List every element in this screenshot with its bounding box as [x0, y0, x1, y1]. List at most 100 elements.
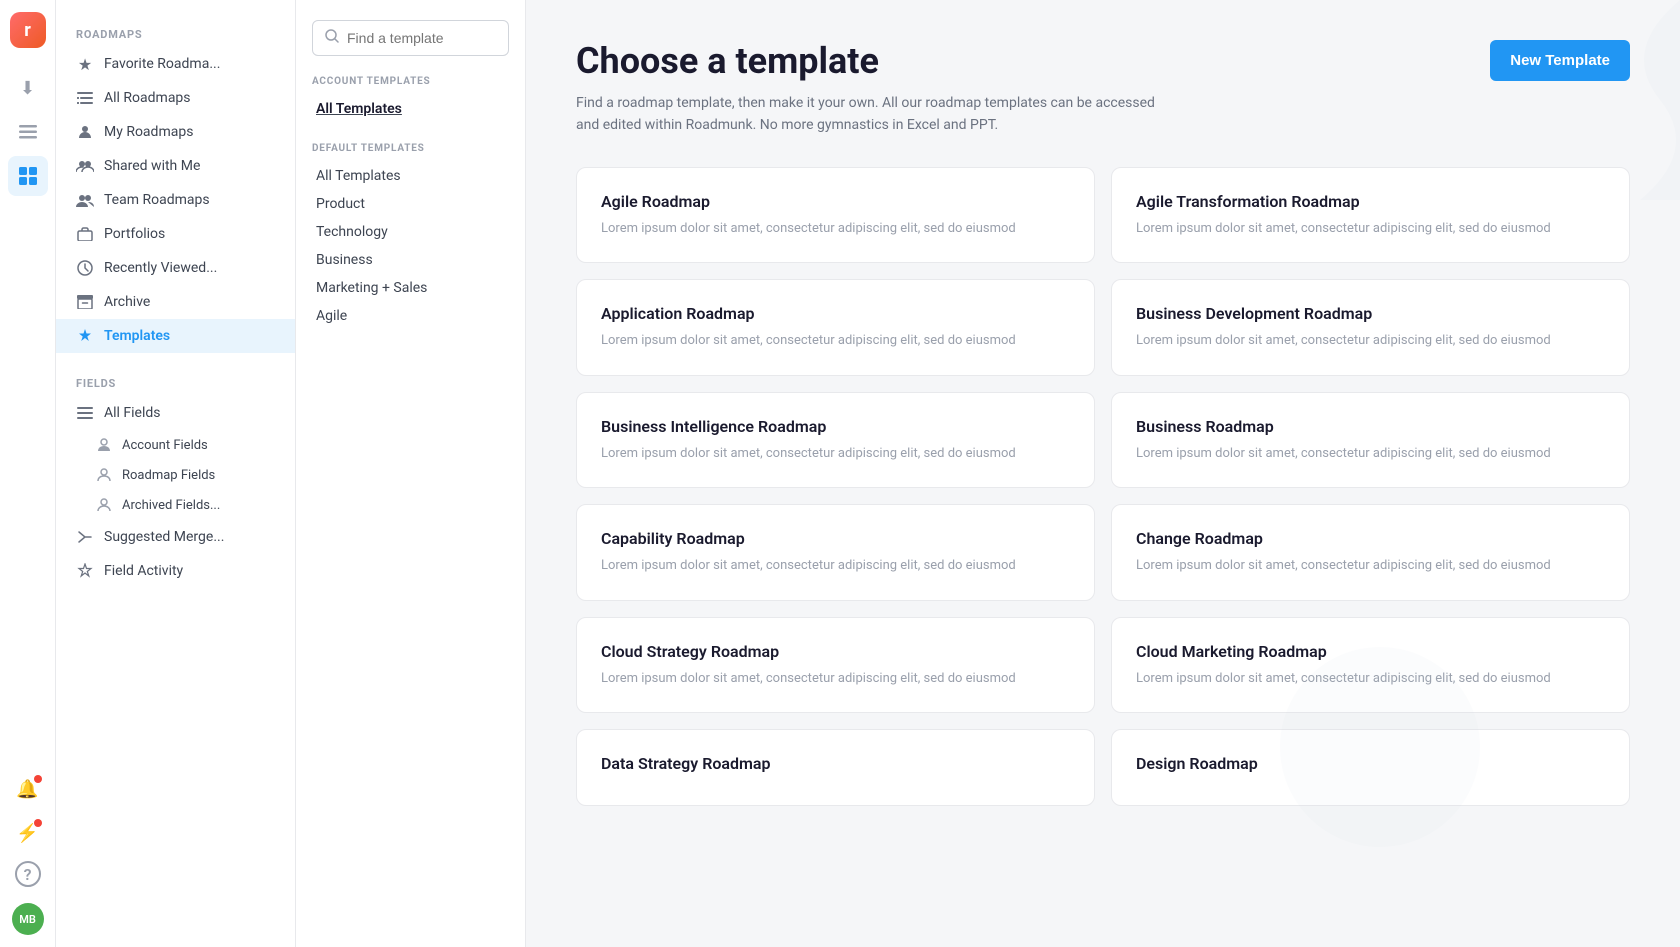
card-title: Design Roadmap [1136, 754, 1605, 773]
template-icon [76, 327, 94, 345]
sidebar-item-templates[interactable]: Templates [56, 319, 295, 353]
template-cards-grid: Agile Roadmap Lorem ipsum dolor sit amet… [576, 167, 1630, 807]
default-templates-label: DEFAULT TEMPLATES [312, 143, 509, 154]
sidebar-item-roadmap-fields[interactable]: Roadmap Fields [56, 460, 295, 490]
sidebar-label-team-roadmaps: Team Roadmaps [104, 192, 210, 208]
main-title: Choose a template [576, 40, 1176, 82]
sidebar-item-team-roadmaps[interactable]: Team Roadmaps [56, 183, 295, 217]
user-avatar[interactable]: MB [12, 903, 44, 935]
shared-icon [76, 157, 94, 175]
star-icon: ★ [76, 55, 94, 73]
card-title: Agile Transformation Roadmap [1136, 192, 1605, 211]
template-card-agile-roadmap[interactable]: Agile Roadmap Lorem ipsum dolor sit amet… [576, 167, 1095, 264]
sidebar-label-archived-fields: Archived Fields... [122, 498, 220, 513]
lightning-badge [34, 819, 42, 827]
roadmap-fields-icon [96, 467, 112, 483]
new-template-button[interactable]: New Template [1490, 40, 1630, 81]
tmpl-link-all-templates-acct[interactable]: All Templates [312, 95, 509, 123]
fields-section-label: FIELDS [56, 369, 295, 396]
search-input[interactable] [347, 30, 496, 46]
tmpl-link-business[interactable]: Business [312, 246, 509, 274]
archive-icon [76, 293, 94, 311]
sidebar-item-field-activity[interactable]: Field Activity [56, 554, 295, 588]
template-card-business-roadmap[interactable]: Business Roadmap Lorem ipsum dolor sit a… [1111, 392, 1630, 489]
sidebar-label-templates: Templates [104, 328, 170, 344]
card-desc: Lorem ipsum dolor sit amet, consectetur … [601, 219, 1070, 239]
sidebar-item-my-roadmaps[interactable]: My Roadmaps [56, 115, 295, 149]
card-title: Agile Roadmap [601, 192, 1070, 211]
template-card-change-roadmap[interactable]: Change Roadmap Lorem ipsum dolor sit ame… [1111, 504, 1630, 601]
grid-icon[interactable] [8, 156, 48, 196]
card-desc: Lorem ipsum dolor sit amet, consectetur … [601, 331, 1070, 351]
help-icon[interactable]: ? [15, 861, 41, 887]
sidebar-label-shared-with-me: Shared with Me [104, 158, 200, 174]
sidebar-item-recently-viewed[interactable]: Recently Viewed... [56, 251, 295, 285]
template-card-data-strategy[interactable]: Data Strategy Roadmap [576, 729, 1095, 806]
card-desc: Lorem ipsum dolor sit amet, consectetur … [1136, 556, 1605, 576]
main-content: Choose a template Find a roadmap templat… [526, 0, 1680, 947]
card-desc: Lorem ipsum dolor sit amet, consectetur … [601, 669, 1070, 689]
template-card-business-intelligence[interactable]: Business Intelligence Roadmap Lorem ipsu… [576, 392, 1095, 489]
sidebar-label-favorite-roadmaps: Favorite Roadma... [104, 56, 220, 72]
card-title: Data Strategy Roadmap [601, 754, 1070, 773]
roadmaps-section-label: ROADMAPS [56, 20, 295, 47]
sidebar-item-suggested-merge[interactable]: Suggested Merge... [56, 520, 295, 554]
template-card-capability-roadmap[interactable]: Capability Roadmap Lorem ipsum dolor sit… [576, 504, 1095, 601]
app-logo[interactable]: r [10, 12, 46, 48]
tmpl-link-product[interactable]: Product [312, 190, 509, 218]
sidebar-label-all-roadmaps: All Roadmaps [104, 90, 191, 106]
tmpl-link-agile[interactable]: Agile [312, 302, 509, 330]
default-templates-section: DEFAULT TEMPLATES All Templates Product … [312, 143, 509, 330]
sidebar-label-archive: Archive [104, 294, 150, 310]
account-templates-section: ACCOUNT TEMPLATES All Templates [312, 76, 509, 123]
tmpl-link-marketing-sales[interactable]: Marketing + Sales [312, 274, 509, 302]
card-title: Business Roadmap [1136, 417, 1605, 436]
bell-icon[interactable]: 🔔 [8, 769, 48, 809]
sidebar-label-field-activity: Field Activity [104, 563, 183, 579]
card-desc: Lorem ipsum dolor sit amet, consectetur … [601, 556, 1070, 576]
briefcase-icon [76, 225, 94, 243]
sidebar-label-roadmap-fields: Roadmap Fields [122, 468, 215, 483]
template-card-cloud-marketing[interactable]: Cloud Marketing Roadmap Lorem ipsum dolo… [1111, 617, 1630, 714]
sidebar-item-shared-with-me[interactable]: Shared with Me [56, 149, 295, 183]
sidebar: ROADMAPS ★ Favorite Roadma... All Roadma… [56, 0, 296, 947]
tmpl-link-all-templates-def[interactable]: All Templates [312, 162, 509, 190]
template-card-cloud-strategy[interactable]: Cloud Strategy Roadmap Lorem ipsum dolor… [576, 617, 1095, 714]
template-card-agile-transformation[interactable]: Agile Transformation Roadmap Lorem ipsum… [1111, 167, 1630, 264]
sidebar-item-archive[interactable]: Archive [56, 285, 295, 319]
account-templates-label: ACCOUNT TEMPLATES [312, 76, 509, 87]
sidebar-item-favorite-roadmaps[interactable]: ★ Favorite Roadma... [56, 47, 295, 81]
merge-icon [76, 528, 94, 546]
sidebar-label-recently-viewed: Recently Viewed... [104, 260, 217, 276]
team-icon [76, 191, 94, 209]
card-desc: Lorem ipsum dolor sit amet, consectetur … [601, 444, 1070, 464]
sidebar-item-account-fields[interactable]: Account Fields [56, 430, 295, 460]
template-card-application-roadmap[interactable]: Application Roadmap Lorem ipsum dolor si… [576, 279, 1095, 376]
card-desc: Lorem ipsum dolor sit amet, consectetur … [1136, 669, 1605, 689]
sidebar-item-all-fields[interactable]: All Fields [56, 396, 295, 430]
card-title: Business Intelligence Roadmap [601, 417, 1070, 436]
sidebar-item-archived-fields[interactable]: Archived Fields... [56, 490, 295, 520]
download-icon[interactable]: ⬇ [8, 68, 48, 108]
search-icon [325, 29, 339, 47]
lightning-icon[interactable]: ⚡ [8, 813, 48, 853]
fields-list-icon [76, 404, 94, 422]
list-icon[interactable] [8, 112, 48, 152]
bell-badge [34, 775, 42, 783]
activity-icon [76, 562, 94, 580]
sidebar-item-portfolios[interactable]: Portfolios [56, 217, 295, 251]
sidebar-label-account-fields: Account Fields [122, 438, 208, 453]
main-header-text: Choose a template Find a roadmap templat… [576, 40, 1176, 137]
person-icon [76, 123, 94, 141]
sidebar-label-my-roadmaps: My Roadmaps [104, 124, 193, 140]
search-box[interactable] [312, 20, 509, 56]
card-desc: Lorem ipsum dolor sit amet, consectetur … [1136, 331, 1605, 351]
icon-rail: r ⬇ 🔔 ⚡ ? MB [0, 0, 56, 947]
card-title: Cloud Strategy Roadmap [601, 642, 1070, 661]
sidebar-label-all-fields: All Fields [104, 405, 161, 421]
template-card-design-roadmap[interactable]: Design Roadmap [1111, 729, 1630, 806]
card-title: Cloud Marketing Roadmap [1136, 642, 1605, 661]
sidebar-item-all-roadmaps[interactable]: All Roadmaps [56, 81, 295, 115]
template-card-business-development[interactable]: Business Development Roadmap Lorem ipsum… [1111, 279, 1630, 376]
tmpl-link-technology[interactable]: Technology [312, 218, 509, 246]
